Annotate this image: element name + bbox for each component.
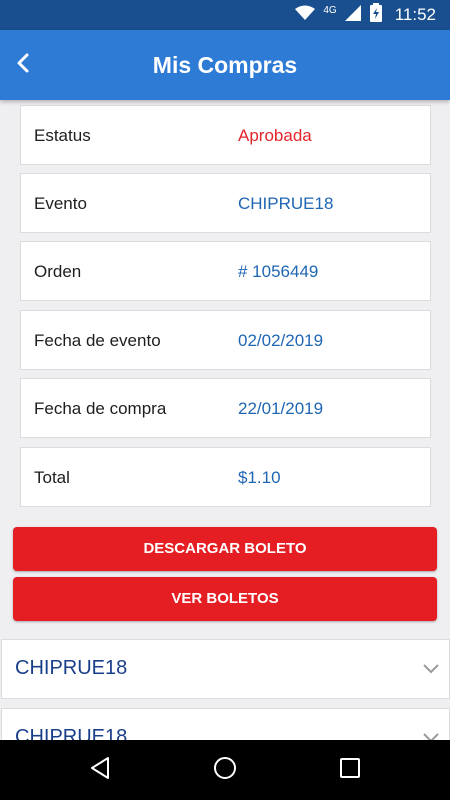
event-value: CHIPRUE18	[238, 194, 334, 213]
detail-row-purchase-date: Fecha de compra 22/01/2019	[20, 378, 431, 438]
detail-row-status: Estatus Aprobada	[20, 105, 431, 165]
nav-back-button[interactable]	[85, 755, 115, 785]
order-value: # 1056449	[238, 262, 319, 281]
system-navigation-bar	[0, 740, 450, 800]
download-ticket-button[interactable]: DESCARGAR BOLETO	[13, 527, 437, 571]
detail-row-event-date: Fecha de evento 02/02/2019	[20, 310, 431, 370]
detail-label: Evento	[34, 194, 87, 213]
purchase-title: CHIPRUE18	[15, 657, 128, 679]
nav-home-button[interactable]	[210, 755, 240, 785]
total-value: $1.10	[238, 468, 281, 487]
page-title: Mis Compras	[152, 52, 298, 78]
chevron-down-icon	[421, 727, 441, 740]
purchase-title: CHIPRUE18	[15, 726, 128, 740]
wifi-icon	[295, 5, 316, 26]
purchase-detail-content: Estatus Aprobada Evento CHIPRUE18 Orden …	[0, 100, 450, 740]
status-value: Aprobada	[238, 126, 312, 145]
app-bar: Mis Compras	[0, 30, 450, 100]
view-tickets-button[interactable]: VER BOLETOS	[13, 577, 437, 621]
back-triangle-icon	[89, 756, 111, 785]
status-bar: 4G 11:52	[0, 0, 450, 30]
detail-row-order: Orden # 1056449	[20, 241, 431, 301]
cellular-signal-icon	[344, 4, 361, 26]
detail-label: Orden	[34, 262, 82, 281]
purchase-date-value: 22/01/2019	[238, 399, 324, 418]
detail-label: Fecha de evento	[34, 331, 161, 350]
detail-row-event: Evento CHIPRUE18	[20, 173, 431, 233]
event-date-value: 02/02/2019	[238, 331, 324, 350]
detail-label: Fecha de compra	[34, 399, 167, 418]
purchase-accordion-item[interactable]: CHIPRUE18	[1, 708, 450, 740]
detail-label: Estatus	[34, 126, 91, 145]
recents-square-icon	[339, 757, 361, 784]
battery-charging-icon	[369, 2, 383, 28]
purchase-accordion-item[interactable]: CHIPRUE18	[1, 639, 450, 699]
nav-recents-button[interactable]	[335, 755, 365, 785]
clock: 11:52	[394, 5, 436, 24]
detail-row-total: Total $1.10	[20, 447, 431, 507]
detail-label: Total	[34, 468, 70, 487]
chevron-down-icon	[421, 658, 441, 678]
chevron-left-icon	[15, 52, 31, 79]
network-type: 4G	[323, 4, 337, 16]
home-circle-icon	[213, 756, 237, 785]
status-icons: 4G 11:52	[295, 0, 436, 30]
back-button[interactable]	[8, 50, 38, 80]
